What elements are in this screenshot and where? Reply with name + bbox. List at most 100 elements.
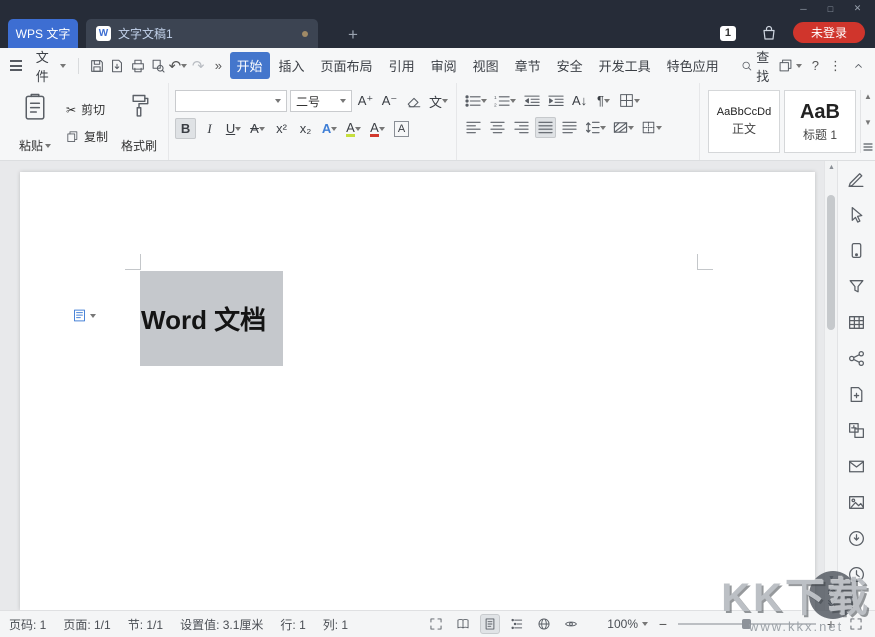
document-heading-text[interactable]: Word 文档 bbox=[140, 300, 266, 337]
styles-scroll-up-icon[interactable]: ▲ bbox=[864, 92, 872, 101]
ribbon-tab-home[interactable]: 开始 bbox=[230, 52, 270, 79]
collapse-ribbon-button[interactable] bbox=[852, 59, 865, 72]
line-spacing-button[interactable] bbox=[583, 117, 608, 138]
hamburger-menu-icon[interactable] bbox=[10, 60, 22, 71]
login-button[interactable]: 未登录 bbox=[793, 22, 865, 43]
superscript-button[interactable]: x² bbox=[271, 118, 292, 139]
line-indicator[interactable]: 行: 1 bbox=[280, 616, 305, 633]
cut-button[interactable]: ✂ 剪切 bbox=[66, 101, 108, 118]
styles-scroll-down-icon[interactable]: ▼ bbox=[864, 118, 872, 127]
two-page-view-button[interactable] bbox=[453, 614, 473, 634]
file-menu-button[interactable]: 文件 bbox=[32, 44, 70, 88]
premium-bag-icon[interactable] bbox=[760, 24, 778, 42]
export-pdf-button[interactable] bbox=[107, 54, 127, 78]
subscript-button[interactable]: x₂ bbox=[295, 118, 316, 139]
scrollbar-thumb[interactable] bbox=[827, 195, 835, 330]
ribbon-tab-view[interactable]: 视图 bbox=[466, 52, 506, 79]
save-button[interactable] bbox=[87, 54, 107, 78]
bullet-list-button[interactable] bbox=[463, 90, 489, 111]
underline-button[interactable]: U bbox=[223, 118, 244, 139]
ribbon-tab-references[interactable]: 引用 bbox=[382, 52, 422, 79]
sort-button[interactable]: A↓ bbox=[569, 90, 590, 111]
justify-button[interactable] bbox=[535, 117, 556, 138]
zoom-slider-handle[interactable] bbox=[742, 619, 751, 629]
font-color-button[interactable]: A bbox=[367, 118, 388, 139]
history-tool-button[interactable] bbox=[846, 563, 868, 585]
column-indicator[interactable]: 列: 1 bbox=[323, 616, 348, 633]
text-layout-button[interactable] bbox=[617, 90, 642, 111]
shading-button[interactable] bbox=[611, 117, 636, 138]
shrink-font-button[interactable]: A⁻ bbox=[379, 91, 400, 112]
document-page[interactable]: Word 文档 bbox=[20, 172, 815, 610]
ribbon-tab-page-layout[interactable]: 页面布局 bbox=[314, 52, 380, 79]
text-selection-highlight[interactable]: Word 文档 bbox=[140, 271, 283, 366]
decrease-indent-button[interactable] bbox=[521, 90, 542, 111]
undo-button[interactable]: ↶ bbox=[168, 54, 188, 78]
text-effects-button[interactable]: A bbox=[319, 118, 340, 139]
page-count-indicator[interactable]: 页面: 1/1 bbox=[63, 616, 110, 633]
phonetic-guide-button[interactable]: 文 bbox=[427, 91, 450, 112]
paste-button[interactable]: 粘贴 bbox=[12, 90, 58, 156]
align-left-button[interactable] bbox=[463, 117, 484, 138]
more-options-button[interactable]: ⋮ bbox=[829, 58, 842, 74]
ribbon-tab-insert[interactable]: 插入 bbox=[272, 52, 312, 79]
grow-font-button[interactable]: A⁺ bbox=[355, 91, 376, 112]
new-tab-button[interactable]: + bbox=[348, 26, 358, 43]
copy-button[interactable]: 复制 bbox=[66, 128, 108, 145]
image-tool-button[interactable] bbox=[846, 491, 868, 513]
outline-view-button[interactable] bbox=[507, 614, 527, 634]
format-painter-button[interactable]: 格式刷 bbox=[116, 90, 162, 156]
ribbon-tab-section[interactable]: 章节 bbox=[508, 52, 548, 79]
page-view-button[interactable] bbox=[480, 614, 500, 634]
ribbon-tab-review[interactable]: 审阅 bbox=[424, 52, 464, 79]
quick-access-overflow-button[interactable]: » bbox=[208, 54, 228, 78]
download-tool-button[interactable] bbox=[846, 527, 868, 549]
zoom-in-button[interactable]: + bbox=[824, 616, 838, 632]
zoom-slider[interactable] bbox=[678, 623, 816, 625]
ribbon-tab-security[interactable]: 安全 bbox=[550, 52, 590, 79]
table-tool-button[interactable] bbox=[846, 311, 868, 333]
fullscreen-button[interactable] bbox=[846, 614, 866, 634]
minimize-button[interactable]: ─ bbox=[790, 0, 817, 17]
print-button[interactable] bbox=[127, 54, 147, 78]
vertical-scrollbar[interactable]: ▲ ▼ bbox=[824, 161, 837, 610]
filter-tool-button[interactable] bbox=[846, 275, 868, 297]
borders-button[interactable] bbox=[639, 117, 664, 138]
show-paragraph-marks-button[interactable]: ¶ bbox=[593, 90, 614, 111]
switch-window-button[interactable] bbox=[778, 58, 802, 73]
close-button[interactable]: ✕ bbox=[844, 0, 871, 17]
align-center-button[interactable] bbox=[487, 117, 508, 138]
section-indicator[interactable]: 节: 1/1 bbox=[128, 616, 163, 633]
notification-badge[interactable]: 1 bbox=[720, 26, 736, 41]
mail-tool-button[interactable] bbox=[846, 455, 868, 477]
maximize-button[interactable]: □ bbox=[817, 0, 844, 17]
setting-value-indicator[interactable]: 设置值: 3.1厘米 bbox=[180, 616, 263, 633]
fit-page-button[interactable] bbox=[426, 614, 446, 634]
share-tool-button[interactable] bbox=[846, 347, 868, 369]
style-normal[interactable]: AaBbCcDd 正文 bbox=[708, 90, 780, 153]
redo-button[interactable]: ↷ bbox=[188, 54, 208, 78]
character-border-button[interactable]: A bbox=[391, 118, 412, 139]
zoom-level-button[interactable]: 100% bbox=[607, 617, 648, 631]
eye-protect-button[interactable] bbox=[561, 614, 581, 634]
ribbon-tab-dev-tools[interactable]: 开发工具 bbox=[592, 52, 658, 79]
distribute-text-button[interactable] bbox=[559, 117, 580, 138]
signature-tool-button[interactable] bbox=[846, 167, 868, 189]
numbered-list-button[interactable]: 1 2 bbox=[492, 90, 518, 111]
ribbon-tab-special-features[interactable]: 特色应用 bbox=[660, 52, 726, 79]
new-document-button[interactable] bbox=[846, 383, 868, 405]
font-name-combobox[interactable] bbox=[175, 90, 287, 112]
style-heading1[interactable]: AaB 标题 1 bbox=[784, 90, 856, 153]
select-tool-button[interactable] bbox=[846, 203, 868, 225]
font-size-combobox[interactable]: 二号 bbox=[290, 90, 352, 112]
highlight-color-button[interactable]: A bbox=[343, 118, 364, 139]
clear-format-button[interactable] bbox=[403, 91, 424, 112]
bold-button[interactable]: B bbox=[175, 118, 196, 139]
mobile-view-button[interactable] bbox=[846, 239, 868, 261]
italic-button[interactable]: I bbox=[199, 118, 220, 139]
help-button[interactable]: ? bbox=[812, 58, 819, 73]
web-layout-button[interactable] bbox=[534, 614, 554, 634]
strikethrough-button[interactable]: A bbox=[247, 118, 268, 139]
paragraph-style-widget[interactable] bbox=[72, 308, 96, 323]
print-preview-button[interactable] bbox=[148, 54, 168, 78]
